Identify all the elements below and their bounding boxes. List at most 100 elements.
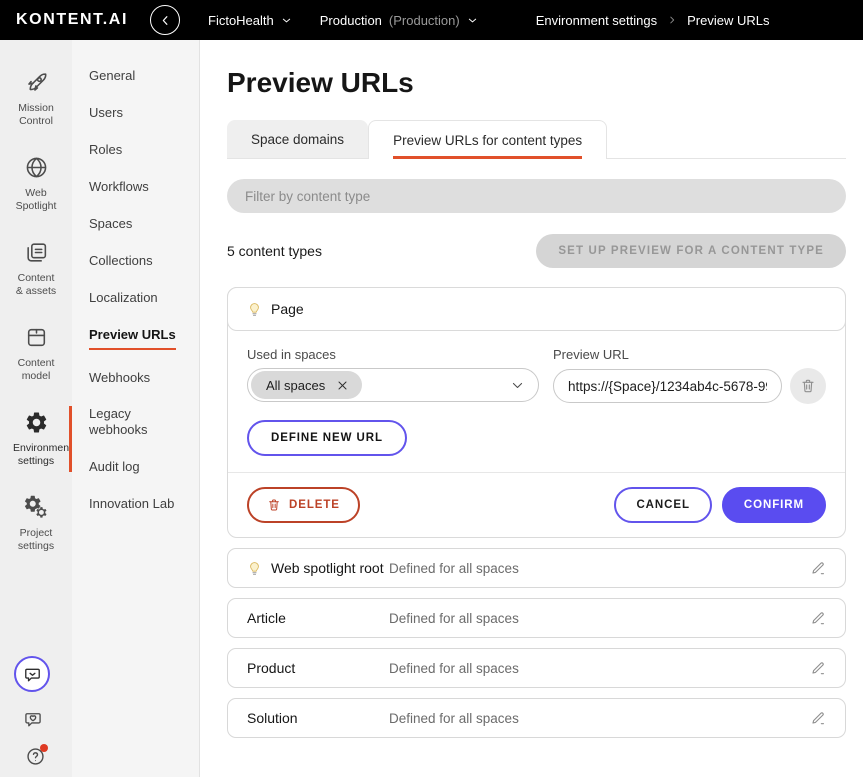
settings-sidebar: General Users Roles Workflows Spaces Col… [72, 40, 200, 777]
define-new-url-button[interactable]: DEFINE NEW URL [247, 420, 407, 456]
gears-icon [24, 495, 49, 520]
row-status: Defined for all spaces [389, 561, 806, 576]
spaces-select[interactable]: All spaces [247, 368, 539, 402]
tab-preview-urls-for-content-types[interactable]: Preview URLs for content types [368, 120, 607, 159]
pencil-icon [810, 660, 826, 676]
help-icon [25, 746, 46, 767]
content-type-header-page[interactable]: Page [227, 287, 846, 331]
breadcrumb: Environment settings Preview URLs [536, 13, 770, 28]
sidebar-item-workflows[interactable]: Workflows [89, 169, 183, 206]
app-shell: Mission Control Web Spotlight Content & … [0, 40, 863, 777]
sidebar-item-audit-log[interactable]: Audit log [89, 449, 183, 486]
content-type-count: 5 content types [227, 243, 322, 259]
chevron-right-icon [667, 15, 677, 25]
cancel-button[interactable]: CANCEL [614, 487, 711, 523]
preview-url-row [553, 368, 826, 404]
project-name: FictoHealth [208, 13, 274, 28]
row-status: Defined for all spaces [389, 711, 806, 726]
rail-item-content-model[interactable]: Content model [0, 319, 72, 389]
box-icon [24, 325, 49, 350]
count-row: 5 content types SET UP PREVIEW FOR A CON… [227, 234, 846, 268]
edit-preview-url-button[interactable] [806, 606, 830, 630]
row-name: Article [247, 610, 389, 626]
help-button[interactable] [25, 746, 46, 767]
row-status: Defined for all spaces [389, 611, 806, 626]
preview-url-label: Preview URL [553, 347, 826, 362]
feedback-button[interactable] [23, 710, 43, 730]
rocket-icon [24, 70, 49, 95]
main-content: Preview URLs Space domains Preview URLs … [200, 40, 863, 777]
feedback-heart-icon [23, 710, 43, 730]
content-type-row-web-spotlight-root[interactable]: Web spotlight root Defined for all space… [227, 548, 846, 588]
page-title: Preview URLs [227, 66, 846, 100]
confirm-button[interactable]: CONFIRM [722, 487, 826, 523]
preview-url-input[interactable] [553, 369, 782, 403]
pencil-icon [810, 560, 826, 576]
content-type-name: Page [271, 301, 304, 317]
filter-content-type-input[interactable] [227, 179, 846, 213]
sidebar-item-users[interactable]: Users [89, 95, 183, 132]
pencil-icon [810, 710, 826, 726]
set-up-preview-button[interactable]: SET UP PREVIEW FOR A CONTENT TYPE [536, 234, 846, 268]
row-name: Web spotlight root [247, 560, 389, 576]
edit-preview-url-button[interactable] [806, 656, 830, 680]
kontent-ai-logo[interactable]: KONTENT.AI [16, 11, 128, 29]
sidebar-item-collections[interactable]: Collections [89, 243, 183, 280]
breadcrumb-environment-settings[interactable]: Environment settings [536, 13, 657, 28]
sidebar-item-spaces[interactable]: Spaces [89, 206, 183, 243]
content-type-row-product[interactable]: Product Defined for all spaces [227, 648, 846, 688]
tab-space-domains[interactable]: Space domains [227, 120, 368, 158]
row-name: Product [247, 660, 389, 676]
lightbulb-icon [247, 302, 262, 317]
chevron-left-icon [159, 14, 172, 27]
row-name: Solution [247, 710, 389, 726]
pencil-icon [810, 610, 826, 626]
rail-item-content-assets[interactable]: Content & assets [0, 234, 72, 304]
edit-preview-url-button[interactable] [806, 706, 830, 730]
sidebar-item-legacy-webhooks[interactable]: Legacy webhooks [89, 397, 183, 449]
trash-icon [800, 378, 816, 394]
editor-fields: Used in spaces All spaces [228, 331, 845, 404]
notification-dot [40, 744, 48, 752]
edit-preview-url-button[interactable] [806, 556, 830, 580]
rail-item-project-settings[interactable]: Project settings [0, 489, 72, 559]
project-switcher[interactable]: FictoHealth [208, 13, 292, 28]
space-chip: All spaces [251, 371, 362, 399]
sidebar-item-roles[interactable]: Roles [89, 132, 183, 169]
rail-item-environment-settings[interactable]: Environment settings [0, 404, 72, 474]
environment-name: Production [320, 13, 382, 28]
preview-url-editor-card: Page Used in spaces All spaces [227, 287, 846, 538]
chat-bubble-icon [23, 665, 42, 684]
define-url-wrap: DEFINE NEW URL [228, 404, 845, 472]
pages-icon [24, 240, 49, 265]
chat-button[interactable] [14, 656, 50, 692]
chevron-down-icon [510, 378, 525, 393]
rail-item-mission-control[interactable]: Mission Control [0, 64, 72, 134]
sidebar-item-webhooks[interactable]: Webhooks [89, 360, 183, 397]
breadcrumb-preview-urls: Preview URLs [687, 13, 769, 28]
lightbulb-icon [247, 561, 262, 576]
collapse-nav-button[interactable] [150, 5, 180, 35]
sidebar-item-localization[interactable]: Localization [89, 280, 183, 317]
main-nav-rail: Mission Control Web Spotlight Content & … [0, 40, 72, 777]
trash-icon [267, 498, 281, 512]
tab-bar: Space domains Preview URLs for content t… [227, 120, 846, 159]
environment-suffix: (Production) [389, 13, 460, 28]
delete-url-button[interactable] [790, 368, 826, 404]
content-type-row-article[interactable]: Article Defined for all spaces [227, 598, 846, 638]
caret-down-icon [281, 15, 292, 26]
sidebar-item-preview-urls[interactable]: Preview URLs [89, 317, 183, 360]
content-type-row-solution[interactable]: Solution Defined for all spaces [227, 698, 846, 738]
sidebar-item-innovation-lab[interactable]: Innovation Lab [89, 486, 183, 523]
app-window: KONTENT.AI FictoHealth Production (Produ… [0, 0, 863, 777]
editor-footer: DELETE CANCEL CONFIRM [228, 473, 845, 537]
delete-button[interactable]: DELETE [247, 487, 360, 523]
environment-switcher[interactable]: Production (Production) [320, 13, 478, 28]
rail-item-web-spotlight[interactable]: Web Spotlight [0, 149, 72, 219]
remove-space-chip-icon[interactable] [336, 379, 349, 392]
sidebar-item-general[interactable]: General [89, 58, 183, 95]
used-in-spaces-label: Used in spaces [247, 347, 539, 362]
row-status: Defined for all spaces [389, 661, 806, 676]
globe-icon [24, 155, 49, 180]
topbar: KONTENT.AI FictoHealth Production (Produ… [0, 0, 863, 40]
